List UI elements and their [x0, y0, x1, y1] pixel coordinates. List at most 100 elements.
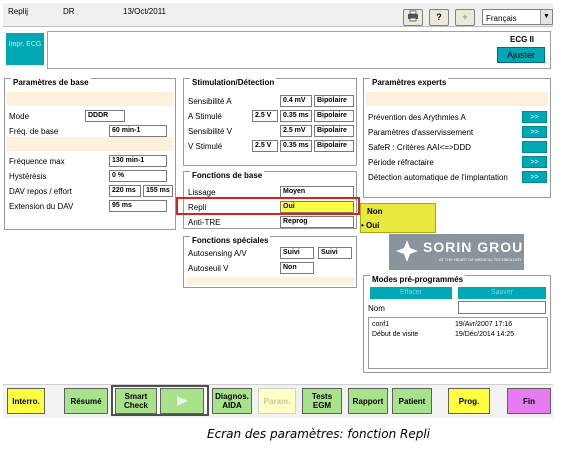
plus-icon[interactable]: + [455, 9, 475, 26]
name-label: Nom [368, 304, 385, 313]
ecg-lead-label: ECG II [510, 35, 535, 44]
report-button[interactable]: Rapport [348, 388, 388, 414]
name-input[interactable] [458, 301, 546, 314]
preset-modes-panel: Modes pré-programmés Effacer Sauver Nom … [363, 275, 551, 373]
fallback-highlight [176, 197, 360, 215]
expert-arrhythmia-button[interactable]: >> [522, 111, 547, 123]
sorin-logo: SORIN GROUP AT THE HEART OF MEDICAL TECH… [389, 234, 533, 270]
user-label: DR [63, 7, 75, 16]
autothreshold-field[interactable]: Non [280, 262, 314, 274]
option-oui-label: Oui [366, 221, 380, 230]
preset-item-date: 19/Avr/2007 17:16 [455, 321, 513, 328]
param-button[interactable]: Param. [258, 388, 296, 414]
a-paced-amplitude[interactable]: 2.5 V [252, 110, 278, 122]
top-bar: Replij DR 13/Oct/2011 ? + Français ▼ [3, 3, 553, 27]
play-button[interactable] [160, 388, 204, 414]
expert-row-implant: Détection automatique de l'implantation [368, 173, 508, 182]
sorin-mark-icon [396, 240, 418, 262]
option-oui[interactable]: • Oui [361, 221, 379, 230]
anti-tre-field[interactable]: Reprog [280, 216, 354, 228]
chevron-down-icon: ▼ [540, 10, 552, 24]
hysteresis-label: Hystérésis [9, 172, 47, 181]
expert-row-servo: Paramètres d'asservissement [368, 128, 474, 137]
option-non[interactable]: Non [367, 207, 383, 216]
av-delay-label: DAV repos / effort [9, 187, 72, 196]
save-button[interactable]: Sauver [458, 287, 546, 299]
sens-a-polarity[interactable]: Bipolaire [314, 95, 354, 107]
mode-field[interactable]: DDDR [85, 110, 125, 122]
a-paced-width[interactable]: 0.35 ms [280, 110, 312, 122]
printer-icon[interactable] [403, 9, 423, 26]
expert-servo-button[interactable]: >> [522, 126, 547, 138]
logo-tagline: AT THE HEART OF MEDICAL TECHNOLOGY [439, 257, 522, 262]
summary-button[interactable]: Résumé [64, 388, 108, 414]
sens-a-value[interactable]: 0.4 mV [280, 95, 312, 107]
sens-v-label: Sensibilité V [188, 127, 233, 136]
question-icon[interactable]: ? [429, 9, 449, 26]
language-select[interactable]: Français ▼ [482, 9, 553, 25]
mode-label: Mode [9, 112, 30, 121]
hysteresis-field[interactable]: 0 % [109, 170, 167, 182]
autosensing-v-field[interactable]: Suivi [318, 247, 352, 259]
base-rate-field[interactable]: 60 min-1 [109, 125, 167, 137]
v-paced-width[interactable]: 0.35 ms [280, 140, 312, 152]
date-label: 13/Oct/2011 [123, 7, 166, 16]
preset-item-name[interactable]: conf1 [372, 321, 389, 328]
language-value: Français [486, 14, 517, 23]
app-name: Replij [8, 7, 29, 16]
basic-params-title: Paramètres de base [11, 78, 91, 87]
sens-a-label: Sensibilité A [188, 97, 232, 106]
basic-params-panel: Paramètres de base Mode DDDR Fréq. de ba… [4, 78, 176, 230]
special-functions-title: Fonctions spéciales [190, 236, 271, 245]
diagnos-button[interactable]: Diagnos. AIDA [212, 388, 252, 414]
expert-implant-button[interactable]: >> [522, 171, 547, 183]
stim-detect-title: Stimulation/Détection [190, 78, 277, 87]
fin-button[interactable]: Fin [507, 388, 551, 414]
base-rate-label: Fréq. de base [9, 127, 59, 136]
av-delay-rest-field[interactable]: 220 ms [109, 185, 141, 197]
v-paced-polarity[interactable]: Bipolaire [314, 140, 354, 152]
smart-check-button[interactable]: Smart Check [115, 388, 157, 414]
smoothing-label: Lissage [188, 188, 216, 197]
erase-button[interactable]: Effacer [370, 287, 452, 299]
expert-row-refractory: Période réfractaire [368, 158, 434, 167]
expert-refractory-button[interactable]: >> [522, 156, 547, 168]
v-paced-amplitude[interactable]: 2.5 V [252, 140, 278, 152]
autosensing-label: Autosensing A/V [188, 249, 247, 258]
a-paced-polarity[interactable]: Bipolaire [314, 110, 354, 122]
max-rate-label: Fréquence max [9, 157, 65, 166]
print-ecg-button[interactable]: Impr. ECG [6, 33, 44, 65]
sens-v-polarity[interactable]: Bipolaire [314, 125, 354, 137]
expert-params-panel: Paramètres experts Prévention des Arythm… [363, 78, 551, 198]
av-extension-label: Extension du DAV [9, 202, 74, 211]
figure-caption: Ecran des paramètres: fonction Repli [207, 427, 430, 441]
preset-item-name[interactable]: Début de visite [372, 331, 418, 338]
preset-modes-title: Modes pré-programmés [370, 275, 466, 284]
fallback-dropdown[interactable]: Non • Oui [360, 203, 436, 233]
stim-detect-panel: Stimulation/Détection Sensibilité A 0.4 … [183, 78, 357, 166]
a-paced-label: A Stimulé [188, 112, 222, 121]
expert-row-arrhythmia: Prévention des Arythmies A [368, 113, 466, 122]
v-paced-label: V Stimulé [188, 142, 223, 151]
prog-button[interactable]: Prog. [448, 388, 490, 414]
max-rate-field[interactable]: 130 min-1 [109, 155, 167, 167]
special-functions-panel: Fonctions spéciales Autosensing A/V Suiv… [183, 236, 357, 288]
message-area [47, 31, 551, 69]
adjust-button[interactable]: Ajuster [497, 47, 545, 63]
autosensing-a-field[interactable]: Suivi [280, 247, 314, 259]
sens-v-value[interactable]: 2.5 mV [280, 125, 312, 137]
interro-button[interactable]: Interro. [7, 388, 45, 414]
play-icon [177, 396, 188, 406]
anti-tre-label: Anti-TRE [188, 218, 221, 227]
expert-safer-button[interactable] [522, 141, 547, 153]
av-delay-effort-field[interactable]: 155 ms [143, 185, 173, 197]
preset-item-date: 19/Déc/2014 14:25 [455, 331, 515, 338]
expert-row-safer: SafeR : Critères AAI<=>DDD [368, 143, 471, 152]
logo-name: SORIN GROUP [423, 239, 534, 255]
preset-list: conf1 19/Avr/2007 17:16 Début de visite … [368, 317, 548, 369]
tests-egm-button[interactable]: Tests EGM [302, 388, 342, 414]
base-functions-title: Fonctions de base [190, 171, 265, 180]
expert-params-title: Paramètres experts [370, 78, 449, 87]
patient-button[interactable]: Patient [392, 388, 432, 414]
av-extension-field[interactable]: 95 ms [109, 200, 167, 212]
